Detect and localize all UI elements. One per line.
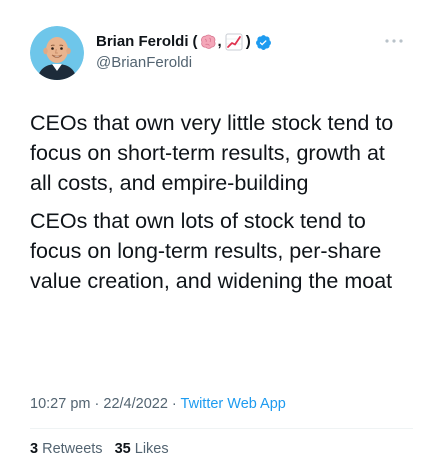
avatar-image <box>30 26 84 80</box>
tweet-source-link[interactable]: Twitter Web App <box>181 396 286 412</box>
retweets-label: Retweets <box>42 441 103 457</box>
avatar[interactable] <box>30 26 84 80</box>
name-paren-close: ) <box>245 33 251 50</box>
tweet-paragraph: CEOs that own lots of stock tend to focu… <box>30 209 393 293</box>
author-name-row[interactable]: Brian Feroldi ( , ) <box>96 32 405 52</box>
tweet-stats: 3 Retweets 35 Likes <box>30 441 177 457</box>
author-identity: Brian Feroldi ( , ) @BrianFeroldi <box>96 32 405 73</box>
meta-separator: · <box>171 396 177 412</box>
tweet-text: CEOs that own very little stock tend to … <box>30 108 409 304</box>
verified-badge-icon <box>255 34 271 50</box>
likes-stat[interactable]: 35 Likes <box>115 441 169 457</box>
likes-count: 35 <box>114 441 131 457</box>
name-paren-open: ( <box>192 33 198 50</box>
tweet-card: Brian Feroldi ( , ) @BrianFeroldi CEOs t… <box>0 0 427 471</box>
tweet-header: Brian Feroldi ( , ) @BrianFeroldi <box>30 26 405 82</box>
tweet-meta: 10:27 pm · 22/4/2022 · Twitter Web App <box>30 396 407 412</box>
name-separator: , <box>217 33 222 50</box>
likes-label: Likes <box>134 441 169 457</box>
tweet-date[interactable]: 22/4/2022 <box>103 396 168 412</box>
brain-emoji-icon <box>200 34 215 49</box>
retweets-count: 3 <box>30 441 39 457</box>
tweet-paragraph: CEOs that own very little stock tend to … <box>30 111 394 195</box>
retweets-stat[interactable]: 3 Retweets <box>30 441 107 457</box>
tweet-time[interactable]: 10:27 pm <box>30 396 90 412</box>
chart-increasing-emoji-icon <box>225 33 243 51</box>
more-options-icon[interactable] <box>383 36 405 46</box>
author-handle[interactable]: @BrianFeroldi <box>96 53 405 73</box>
meta-separator: · <box>94 396 100 412</box>
divider <box>30 428 413 429</box>
author-name[interactable]: Brian Feroldi <box>96 32 189 52</box>
